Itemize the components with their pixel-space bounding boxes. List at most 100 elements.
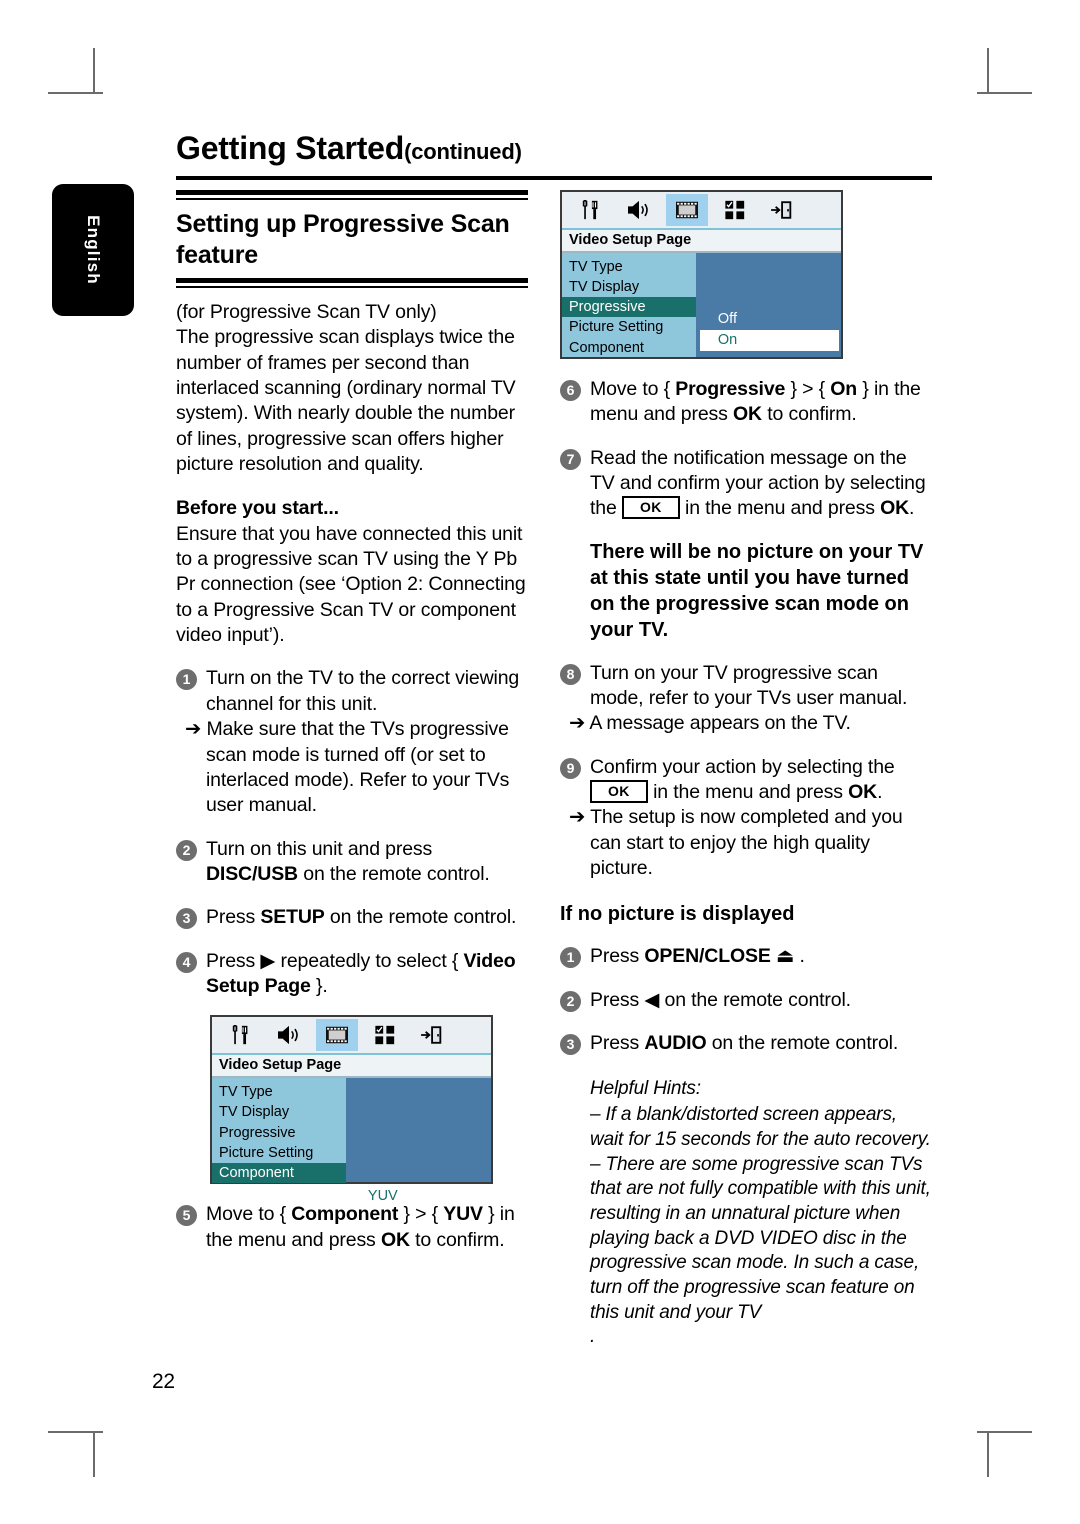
crop-mark-bottom-left (93, 1432, 95, 1477)
step-text: . (794, 945, 805, 968)
osd-screen: Video Setup Page TV Type TV Display Progre… (560, 190, 843, 359)
preference-setup-icon[interactable] (364, 1019, 406, 1051)
ok-button-graphic: OK (621, 496, 680, 520)
osd-body: TV Type TV Display Progressive Picture Sett… (212, 1078, 491, 1225)
step-item: 3 Press AUDIO on the remote control. (560, 1031, 934, 1056)
step-text: . (909, 497, 915, 520)
step-item: 3 Press SETUP on the remote control. (176, 905, 528, 930)
osd-option-list: Off On (695, 253, 841, 357)
step-text: ◀ (644, 988, 660, 1011)
osd-menu-item[interactable]: TV Display (562, 277, 696, 297)
before-you-start-heading: Before you start... (176, 497, 339, 520)
osd-menu-item[interactable]: Component (212, 1162, 346, 1183)
osd-menu-item[interactable]: Component (562, 338, 696, 358)
step-emphasis: OK (880, 497, 910, 520)
crop-mark-right-top (977, 92, 1032, 94)
step-text: to confirm. (761, 403, 857, 426)
step-text: Turn on the TV to the correct viewing ch… (206, 667, 520, 715)
step-number: 1 (560, 947, 581, 969)
step-emphasis: SETUP (260, 906, 325, 929)
preference-setup-icon[interactable] (714, 194, 756, 226)
step-emphasis: DISC/USB (206, 862, 298, 885)
step-text: } > { (785, 378, 831, 400)
page-title-suffix: (continued) (404, 139, 522, 164)
exit-setup-icon[interactable] (412, 1019, 454, 1051)
osd-option-item[interactable]: Off (696, 309, 841, 330)
audio-setup-icon[interactable] (618, 194, 660, 226)
before-you-start-body: Ensure that you have connected this unit… (176, 522, 526, 647)
crop-mark-left-bottom (48, 1431, 103, 1433)
osd-option-spacer (346, 1108, 491, 1134)
step-text: in the menu and press (647, 781, 849, 804)
step-result: ➔ The setup is now completed and you can… (569, 806, 903, 880)
step-text: Move to { (590, 378, 676, 400)
video-setup-icon[interactable] (666, 194, 708, 226)
step-text: on the remote control. (659, 988, 852, 1011)
step-item: 1 Turn on the TV to the correct viewing c… (176, 666, 528, 818)
step-item: 8 Turn on your TV progressive scan mode, … (560, 661, 934, 737)
hint-item: – If a blank/distorted screen appears, w… (590, 1104, 931, 1150)
osd-screenshot-progressive: Video Setup Page TV Type TV Display Progre… (560, 190, 843, 359)
step-text: repeatedly to select { (275, 949, 464, 972)
section-rule-top (176, 190, 528, 200)
step-emphasis: Component (291, 1203, 399, 1226)
general-setup-icon[interactable] (220, 1019, 262, 1051)
exit-setup-icon[interactable] (762, 194, 804, 226)
video-setup-icon[interactable] (316, 1019, 358, 1052)
osd-menu-item[interactable]: Progressive (562, 297, 696, 318)
step-text: Turn on this unit and press (206, 837, 433, 860)
crop-mark-top-left (93, 48, 95, 93)
osd-option-list: YUV RGB (345, 1078, 491, 1225)
osd-menu-item[interactable]: TV Type (212, 1082, 346, 1102)
audio-setup-icon[interactable] (268, 1019, 310, 1051)
step-number: 2 (176, 839, 197, 861)
osd-option-item[interactable]: On (699, 329, 839, 351)
step-item: 9 Confirm your action by selecting the OK… (560, 755, 934, 882)
step-text: }. (310, 974, 328, 997)
step-number: 3 (176, 908, 197, 930)
osd-menu-item[interactable]: Picture Setting (562, 317, 696, 337)
step-emphasis: OK (380, 1228, 410, 1251)
step-text: in the menu and press (679, 497, 881, 520)
osd-menu-item[interactable]: Progressive (212, 1123, 346, 1143)
step-text: Turn on your TV progressive scan mode, r… (590, 661, 908, 710)
osd-body: TV Type TV Display Progressive Picture Sett… (562, 253, 841, 357)
osd-screen: Video Setup Page TV Type TV Display Progre… (210, 1015, 493, 1225)
osd-screenshot-component: Video Setup Page TV Type TV Display Progre… (210, 1015, 493, 1225)
crop-mark-top-right (987, 48, 989, 93)
step-text: Press (590, 988, 645, 1011)
intro-note: (for Progressive Scan TV only) (176, 301, 437, 323)
osd-option-spacer (696, 283, 841, 309)
steps-list-left: 1 Turn on the TV to the correct viewing c… (176, 666, 528, 999)
step-result: ➔ A message appears on the TV. (569, 712, 851, 735)
step-text: on the remote control. (297, 862, 490, 885)
osd-menu-list: TV Type TV Display Progressive Picture Sett… (562, 253, 696, 357)
step-item: 1 Press OPEN/CLOSE ⏏ . (560, 944, 934, 969)
osd-menu-item[interactable]: TV Type (562, 257, 696, 277)
manual-page: English Getting Started(continued) Setti… (0, 0, 1080, 1524)
step-text: Press (590, 1032, 645, 1055)
step-text: Move to { (206, 1203, 292, 1226)
page-title-main: Getting Started (176, 130, 405, 166)
step-number: 2 (560, 990, 581, 1012)
step-emphasis: On (830, 378, 858, 400)
hints-title: Helpful Hints: (590, 1077, 701, 1099)
step-item: 2 Press ◀ on the remote control. (560, 988, 934, 1013)
step-emphasis: Progressive (675, 378, 786, 400)
step-text: Press (206, 906, 261, 929)
crop-mark-right-bottom (977, 1431, 1032, 1433)
osd-title: Video Setup Page (562, 230, 841, 253)
osd-menu-item[interactable]: TV Display (212, 1102, 346, 1122)
step-number: 7 (560, 448, 581, 470)
warning-callout: There will be no picture on your TV at t… (590, 540, 924, 641)
osd-menu-item[interactable]: Picture Setting (212, 1143, 346, 1163)
step-text: on the remote control. (706, 1032, 899, 1055)
osd-icon-bar (212, 1017, 491, 1056)
page-number: 22 (152, 1370, 175, 1393)
crop-mark-left-top (48, 92, 103, 94)
steps-list-no-picture: 1 Press OPEN/CLOSE ⏏ . 2 Press ◀ on the rem… (560, 944, 934, 1056)
step-number: 3 (560, 1034, 581, 1056)
steps-list-right-a: 6 Move to { Progressive } > { On } in the… (560, 377, 934, 522)
general-setup-icon[interactable] (570, 194, 612, 226)
header-divider (176, 176, 932, 180)
